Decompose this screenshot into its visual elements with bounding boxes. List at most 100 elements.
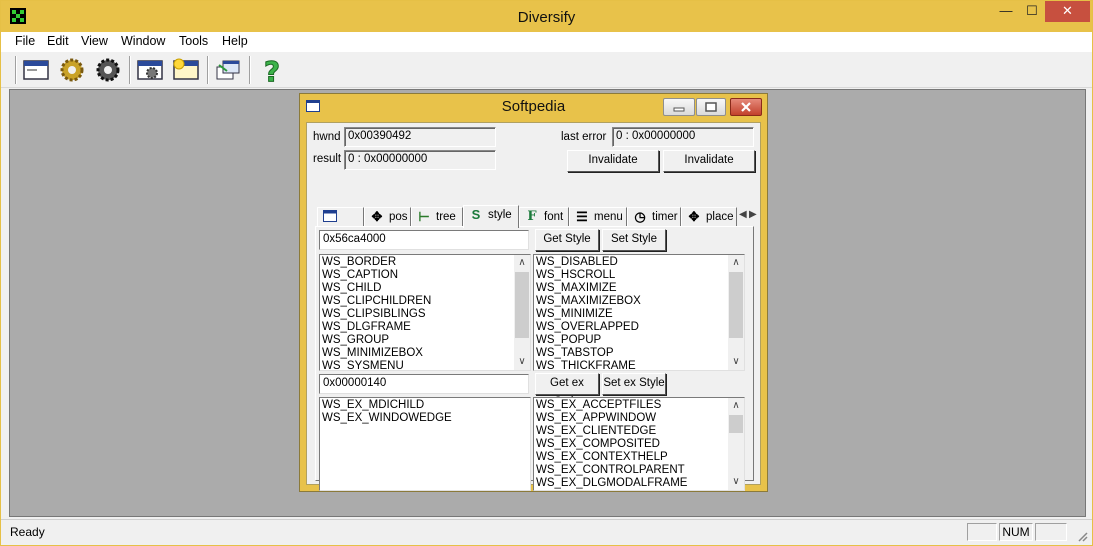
app-title: Diversify (517, 9, 576, 26)
list-item[interactable]: WS_CAPTION (322, 269, 514, 282)
scroll-up-icon[interactable]: ∧ (728, 255, 744, 271)
result-field[interactable]: 0 : 0x00000000 (344, 150, 496, 170)
list-item[interactable]: WS_EX_CONTEXTHELP (536, 451, 728, 464)
list-item[interactable]: WS_EX_ACCEPTFILES (536, 399, 728, 412)
style-list-available[interactable]: WS_DISABLED WS_HSCROLL WS_MAXIMIZE WS_MAXIM… (533, 254, 745, 371)
window-arrange-icon[interactable] (213, 55, 243, 85)
tab-pos-label: pos (389, 211, 408, 223)
style-value-input[interactable]: 0x56ca4000 (319, 230, 529, 250)
list-item[interactable]: WS_CHILD (322, 282, 514, 295)
title-bar[interactable]: Diversify — ☐ ✕ (1, 1, 1092, 32)
invalidate-button-1[interactable]: Invalidate (567, 150, 659, 172)
status-text: Ready (10, 525, 45, 539)
list-item[interactable]: WS_BORDER (322, 256, 514, 269)
list-item[interactable]: WS_THICKFRAME (536, 360, 728, 370)
tab-menu[interactable]: ☰ menu (569, 207, 627, 227)
tab-place[interactable]: ✥ place (681, 207, 737, 227)
scrollbar[interactable]: ∧ ∨ (728, 398, 744, 490)
scroll-thumb[interactable] (729, 415, 743, 433)
tab-pos[interactable]: ✥ pos (364, 207, 411, 227)
ex-style-list-available[interactable]: WS_EX_ACCEPTFILES WS_EX_APPWINDOW WS_EX_CL… (533, 397, 745, 491)
scrollbar[interactable]: ∧ ∨ (728, 255, 744, 370)
tab-strip: msg ✥ pos ⊢ tree Sstyle Ffont ☰ menu (317, 205, 757, 241)
minimize-button[interactable]: — (993, 1, 1019, 22)
help-icon[interactable]: ? (257, 55, 287, 89)
list-item[interactable]: WS_DISABLED (536, 256, 728, 269)
scroll-up-icon[interactable]: ∧ (728, 398, 744, 414)
get-style-button[interactable]: Get Style (535, 229, 599, 251)
tab-tree[interactable]: ⊢ tree (411, 207, 463, 227)
list-item[interactable]: WS_EX_WINDOWEDGE (322, 412, 514, 425)
toolbar-separator (207, 56, 209, 84)
child-minimize-button[interactable] (663, 98, 695, 116)
invalidate-button-2[interactable]: Invalidate (663, 150, 755, 172)
child-maximize-button[interactable] (696, 98, 726, 116)
scroll-down-icon[interactable]: ∨ (728, 474, 744, 490)
menu-bar: File Edit View Window Tools Help (1, 32, 1092, 52)
list-item[interactable]: WS_MAXIMIZE (536, 282, 728, 295)
scroll-thumb[interactable] (515, 272, 529, 338)
scroll-thumb[interactable] (729, 272, 743, 338)
style-tab-pane: 0x56ca4000 Get Style Set Style WS_BORDER… (315, 226, 754, 491)
menu-file[interactable]: File (15, 34, 35, 48)
menu-view[interactable]: View (81, 34, 108, 48)
set-ex-style-button[interactable]: Set ex Style (602, 373, 666, 395)
list-item[interactable]: WS_EX_CLIENTEDGE (536, 425, 728, 438)
tab-msg[interactable]: msg (317, 207, 364, 241)
list-item[interactable]: WS_EX_COMPOSITED (536, 438, 728, 451)
ex-style-list-set[interactable]: WS_EX_MDICHILD WS_EX_WINDOWEDGE (319, 397, 531, 491)
maximize-button[interactable]: ☐ (1019, 1, 1045, 22)
ex-style-value-input[interactable]: 0x00000140 (319, 374, 529, 394)
set-style-button[interactable]: Set Style (602, 229, 666, 251)
menu-tools[interactable]: Tools (179, 34, 208, 48)
tab-timer[interactable]: ◷ timer (627, 207, 681, 227)
list-item[interactable]: WS_MINIMIZEBOX (322, 347, 514, 360)
gear-icon[interactable] (57, 55, 87, 85)
window-gear-icon[interactable] (135, 55, 165, 85)
ex-style-list-available-rows: WS_EX_ACCEPTFILES WS_EX_APPWINDOW WS_EX_CL… (536, 399, 728, 490)
scroll-down-icon[interactable]: ∨ (728, 354, 744, 370)
list-item[interactable]: WS_CLIPSIBLINGS (322, 308, 514, 321)
hwnd-field[interactable]: 0x00390492 (344, 127, 496, 147)
list-item[interactable]: WS_POPUP (536, 334, 728, 347)
style-list-set[interactable]: WS_BORDER WS_CAPTION WS_CHILD WS_CLIPCHILDR… (319, 254, 531, 371)
list-item[interactable]: WS_OVERLAPPED (536, 321, 728, 334)
toolbar-separator (129, 56, 131, 84)
scrollbar[interactable]: ∧ ∨ (514, 255, 530, 370)
font-icon: F (527, 208, 537, 224)
list-item[interactable]: WS_EX_APPWINDOW (536, 412, 728, 425)
last-error-field[interactable]: 0 : 0x00000000 (612, 127, 754, 147)
list-item[interactable]: WS_GROUP (322, 334, 514, 347)
child-close-button[interactable] (730, 98, 762, 116)
menu-help[interactable]: Help (222, 34, 248, 48)
tab-scroll-left-icon[interactable]: ◀ (739, 209, 747, 220)
list-item[interactable]: WS_EX_CONTROLPARENT (536, 464, 728, 477)
tab-scroll-right-icon[interactable]: ▶ (749, 209, 757, 220)
resize-grip-icon[interactable] (1076, 530, 1088, 542)
tab-font[interactable]: Ffont (519, 207, 569, 227)
menu-window[interactable]: Window (121, 34, 165, 48)
window-new-icon[interactable] (171, 55, 201, 85)
scroll-up-icon[interactable]: ∧ (514, 255, 530, 271)
list-item[interactable]: WS_MINIMIZE (536, 308, 728, 321)
menu-edit[interactable]: Edit (47, 34, 69, 48)
list-item[interactable]: WS_TABSTOP (536, 347, 728, 360)
list-item[interactable]: WS_EX_DLGMODALFRAME (536, 477, 728, 490)
window-icon[interactable] (21, 55, 51, 85)
list-item[interactable]: WS_HSCROLL (536, 269, 728, 282)
status-panel-num: NUM (999, 523, 1033, 541)
list-item[interactable]: WS_SYSMENU (322, 360, 514, 370)
list-item[interactable]: WS_MAXIMIZEBOX (536, 295, 728, 308)
scroll-down-icon[interactable]: ∨ (514, 354, 530, 370)
tab-style[interactable]: Sstyle (463, 205, 519, 228)
gear-dark-icon[interactable] (93, 55, 123, 85)
place-icon: ✥ (688, 208, 700, 224)
child-window[interactable]: Softpedia hwnd 0x00390492 result 0 : 0x0… (299, 93, 768, 492)
close-button[interactable]: ✕ (1045, 1, 1090, 22)
list-item[interactable]: WS_CLIPCHILDREN (322, 295, 514, 308)
list-item[interactable]: WS_EX_MDICHILD (322, 399, 514, 412)
get-ex-style-button[interactable]: Get ex Style (535, 373, 599, 408)
style-list-available-rows: WS_DISABLED WS_HSCROLL WS_MAXIMIZE WS_MAXIM… (536, 256, 728, 370)
list-item[interactable]: WS_DLGFRAME (322, 321, 514, 334)
tab-menu-label: menu (594, 211, 623, 223)
